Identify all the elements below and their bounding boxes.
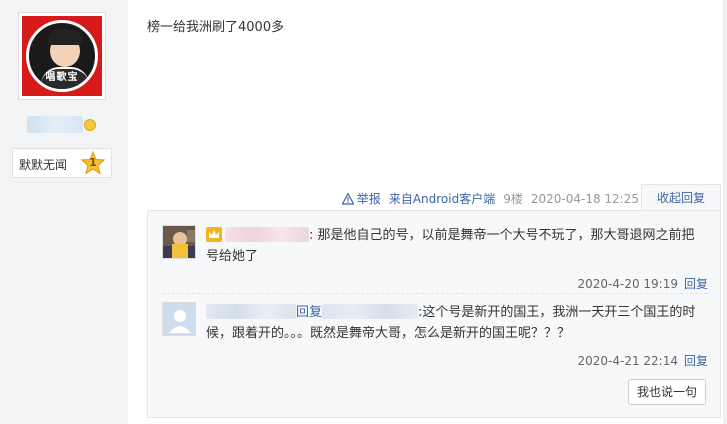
author-sidebar: 唱歌宝 默默无闻 1 — [0, 0, 128, 424]
reply-avatar[interactable] — [162, 225, 196, 259]
report-label: 举报 — [356, 192, 381, 206]
report-button[interactable]: 举报 — [341, 190, 381, 207]
reply-avatar[interactable] — [162, 302, 196, 336]
reply-time: 2020-4-21 22:14 — [577, 354, 678, 368]
collapse-replies-button[interactable]: 收起回复 — [641, 184, 721, 211]
reply-meta: 2020-4-20 19:19 回复 — [577, 275, 708, 292]
list-item: : 那是他自己的号，以前是舞帝一个大号不玩了，那大哥退网之前把号给她了 2020… — [162, 225, 708, 291]
post-floor: 9楼 — [503, 192, 523, 206]
crown-icon — [206, 227, 222, 242]
reply-username[interactable] — [206, 304, 296, 319]
reply-keyword: 回复 — [296, 305, 323, 320]
reply-meta: 2020-4-21 22:14 回复 — [577, 352, 708, 369]
post-content: 榜一给我洲刷了4000多 — [147, 20, 285, 35]
smile-icon — [84, 119, 96, 131]
level-badge[interactable]: 默默无闻 1 — [12, 148, 112, 178]
reply-username[interactable] — [225, 227, 309, 242]
post-source[interactable]: 来自Android客户端 — [389, 190, 495, 207]
scrollbar[interactable] — [723, 0, 727, 424]
badge-label: 默默无闻 — [19, 158, 68, 172]
reply-text: 回复:这个号是新开的国王，我洲一天开三个国王的时候，跟着开的。。。既然是舞帝大哥… — [206, 302, 706, 344]
reply-target-username[interactable] — [322, 304, 419, 319]
warning-icon — [341, 192, 354, 205]
divider — [162, 293, 708, 294]
say-something-button[interactable]: 我也说一句 — [628, 379, 706, 405]
author-username[interactable] — [27, 116, 83, 133]
star-icon: 1 — [80, 150, 106, 175]
reply-button[interactable]: 回复 — [684, 277, 708, 291]
reply-text: : 那是他自己的号，以前是舞帝一个大号不玩了，那大哥退网之前把号给她了 — [206, 225, 706, 267]
list-item: 回复:这个号是新开的国王，我洲一天开三个国王的时候，跟着开的。。。既然是舞帝大哥… — [162, 302, 708, 369]
post-meta: 举报 来自Android客户端 9楼 2020-04-18 12:25 — [341, 190, 639, 207]
reply-list: : 那是他自己的号，以前是舞帝一个大号不玩了，那大哥退网之前把号给她了 2020… — [147, 210, 721, 418]
reply-time: 2020-4-20 19:19 — [577, 277, 678, 291]
badge-level: 1 — [89, 156, 97, 169]
avatar-caption: 唱歌宝 — [45, 72, 79, 83]
author-avatar[interactable]: 唱歌宝 — [18, 12, 106, 100]
reply-button[interactable]: 回复 — [684, 354, 708, 368]
post-time: 2020-04-18 12:25 — [530, 191, 639, 206]
